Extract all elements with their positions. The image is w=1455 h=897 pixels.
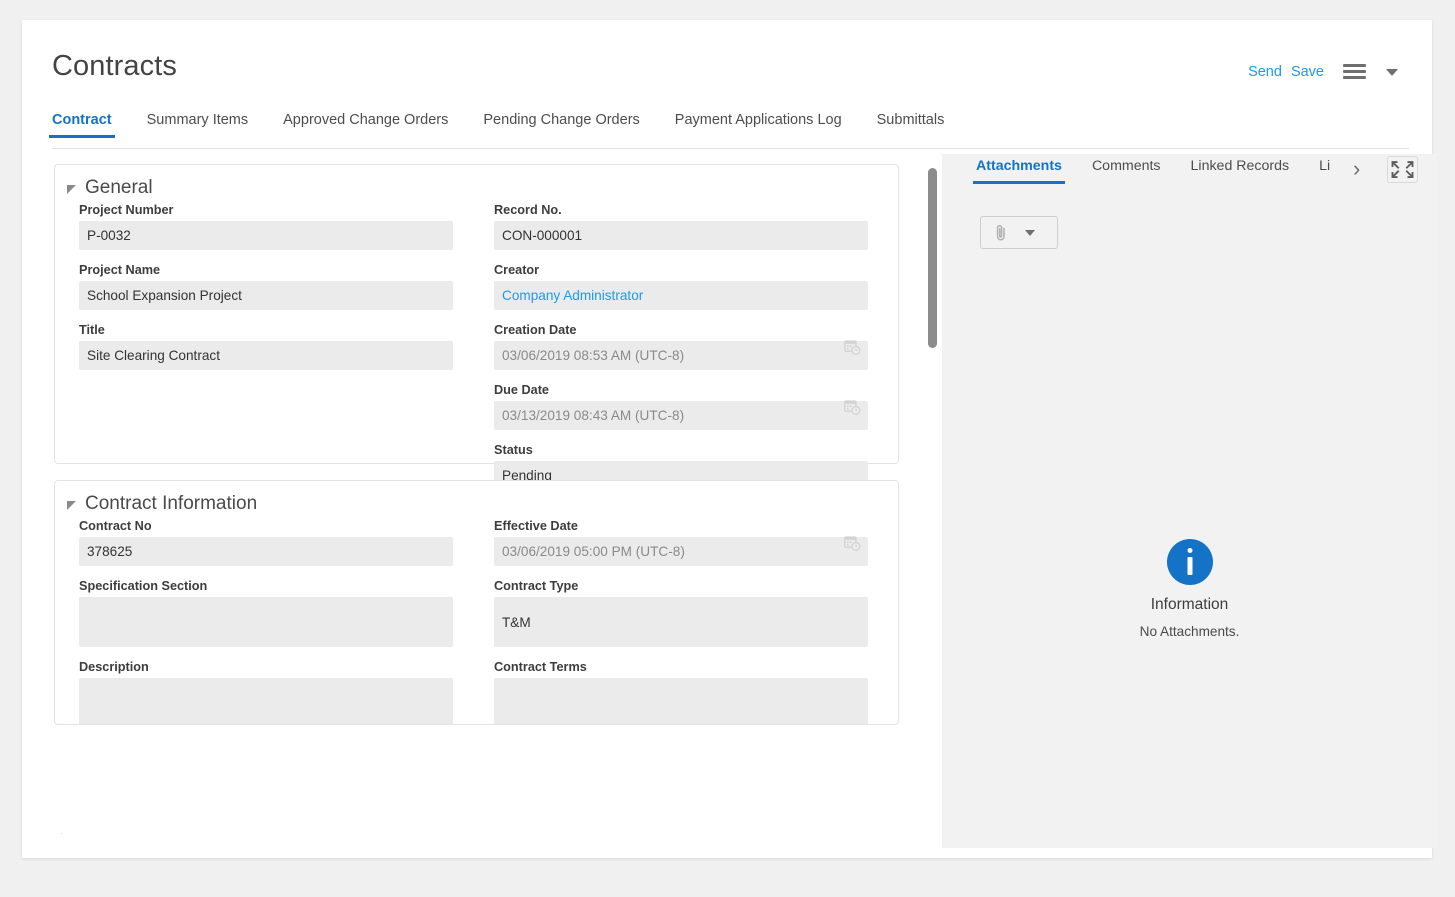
label-description: Description — [79, 660, 453, 674]
input-effective-date[interactable]: 03/06/2019 05:00 PM (UTC-8) — [494, 537, 868, 566]
tab-pending-change-orders[interactable]: Pending Change Orders — [483, 108, 639, 138]
input-title[interactable]: Site Clearing Contract — [79, 341, 453, 370]
label-record-no: Record No. — [494, 203, 868, 217]
page-title: Contracts — [52, 50, 177, 83]
add-attachment-button[interactable] — [980, 216, 1058, 249]
header-actions: Send Save — [1248, 64, 1398, 80]
input-contract-terms[interactable] — [494, 678, 868, 725]
section-general-title: General — [85, 177, 153, 199]
main-tab-bar: Contract Summary Items Approved Change O… — [52, 108, 1432, 148]
side-tab-clipped[interactable]: Li — [1319, 154, 1332, 184]
label-contract-type: Contract Type — [494, 579, 868, 593]
tab-bar-divider — [52, 148, 1409, 149]
field-creator: Creator Company Administrator — [494, 263, 868, 310]
calendar-clock-icon[interactable] — [844, 338, 861, 355]
corner-mark: · — [60, 828, 63, 838]
field-creation-date: Creation Date 03/06/2019 08:53 AM (UTC-8… — [494, 323, 868, 370]
input-record-no[interactable]: CON-000001 — [494, 221, 868, 250]
contract-info-right-column: Effective Date 03/06/2019 05:00 PM (UTC-… — [494, 519, 868, 725]
field-record-no: Record No. CON-000001 — [494, 203, 868, 250]
label-status: Status — [494, 443, 868, 457]
calendar-clock-icon[interactable] — [844, 534, 861, 551]
label-specification-section: Specification Section — [79, 579, 453, 593]
calendar-clock-icon[interactable] — [844, 398, 861, 415]
side-panel: Attachments Comments Linked Records Li › — [942, 154, 1437, 848]
label-title: Title — [79, 323, 453, 337]
tab-submittals[interactable]: Submittals — [877, 108, 945, 138]
attachments-empty-state: Information No Attachments. — [942, 539, 1437, 639]
send-button[interactable]: Send — [1248, 65, 1282, 80]
field-specification-section: Specification Section — [79, 579, 453, 647]
paperclip-icon — [994, 223, 1008, 243]
input-contract-no[interactable]: 378625 — [79, 537, 453, 566]
label-effective-date: Effective Date — [494, 519, 868, 533]
empty-state-title: Information — [942, 596, 1437, 614]
input-description[interactable] — [79, 678, 453, 725]
info-circle-icon — [1167, 539, 1213, 585]
field-title: Title Site Clearing Contract — [79, 323, 453, 370]
tab-payment-applications-log[interactable]: Payment Applications Log — [675, 108, 842, 138]
expand-fullscreen-icon[interactable] — [1387, 156, 1418, 183]
field-contract-terms: Contract Terms — [494, 660, 868, 725]
empty-state-message: No Attachments. — [942, 624, 1437, 639]
input-contract-type[interactable]: T&M — [494, 597, 868, 647]
field-contract-type: Contract Type T&M — [494, 579, 868, 647]
input-due-date[interactable]: 03/13/2019 08:43 AM (UTC-8) — [494, 401, 868, 430]
input-project-name[interactable]: School Expansion Project — [79, 281, 453, 310]
tab-approved-change-orders[interactable]: Approved Change Orders — [283, 108, 448, 138]
contract-info-left-column: Contract No 378625 Specification Section… — [79, 519, 453, 725]
hamburger-menu-icon[interactable] — [1343, 64, 1366, 80]
input-specification-section[interactable] — [79, 597, 453, 647]
label-project-name: Project Name — [79, 263, 453, 277]
chevron-down-icon[interactable] — [1386, 69, 1398, 76]
application-card: Contracts Send Save Contract Summary Ite… — [22, 20, 1432, 858]
label-due-date: Due Date — [494, 383, 868, 397]
label-contract-no: Contract No — [79, 519, 453, 533]
label-project-number: Project Number — [79, 203, 453, 217]
collapse-triangle-icon[interactable] — [67, 185, 76, 194]
field-project-number: Project Number P-0032 — [79, 203, 453, 250]
tab-summary-items[interactable]: Summary Items — [147, 108, 249, 138]
field-contract-no: Contract No 378625 — [79, 519, 453, 566]
section-contract-information: Contract Information Contract No 378625 … — [54, 480, 899, 725]
input-project-number[interactable]: P-0032 — [79, 221, 453, 250]
label-creation-date: Creation Date — [494, 323, 868, 337]
field-due-date: Due Date 03/13/2019 08:43 AM (UTC-8) — [494, 383, 868, 430]
label-contract-terms: Contract Terms — [494, 660, 868, 674]
contract-form-pane: General Project Number P-0032 Project Na… — [52, 154, 924, 848]
input-creation-date[interactable]: 03/06/2019 08:53 AM (UTC-8) — [494, 341, 868, 370]
side-panel-tab-bar: Attachments Comments Linked Records Li — [942, 154, 1437, 194]
chevron-down-icon — [1025, 230, 1035, 236]
save-button[interactable]: Save — [1291, 65, 1324, 80]
form-scrollbar-thumb[interactable] — [928, 168, 937, 348]
form-vertical-scrollbar[interactable] — [925, 160, 939, 844]
chevron-right-icon[interactable]: › — [1353, 159, 1360, 179]
side-tab-attachments[interactable]: Attachments — [976, 154, 1062, 184]
field-effective-date: Effective Date 03/06/2019 05:00 PM (UTC-… — [494, 519, 868, 566]
field-project-name: Project Name School Expansion Project — [79, 263, 453, 310]
section-contract-information-header[interactable]: Contract Information — [55, 481, 898, 519]
collapse-triangle-icon[interactable] — [67, 501, 76, 510]
field-description: Description — [79, 660, 453, 725]
section-general-header[interactable]: General — [55, 165, 898, 203]
tab-contract[interactable]: Contract — [52, 108, 112, 138]
label-creator: Creator — [494, 263, 868, 277]
section-contract-information-title: Contract Information — [85, 493, 257, 515]
side-tab-comments[interactable]: Comments — [1092, 154, 1161, 184]
section-general: General Project Number P-0032 Project Na… — [54, 164, 899, 464]
input-creator[interactable]: Company Administrator — [494, 281, 868, 310]
side-tab-linked-records[interactable]: Linked Records — [1191, 154, 1290, 184]
